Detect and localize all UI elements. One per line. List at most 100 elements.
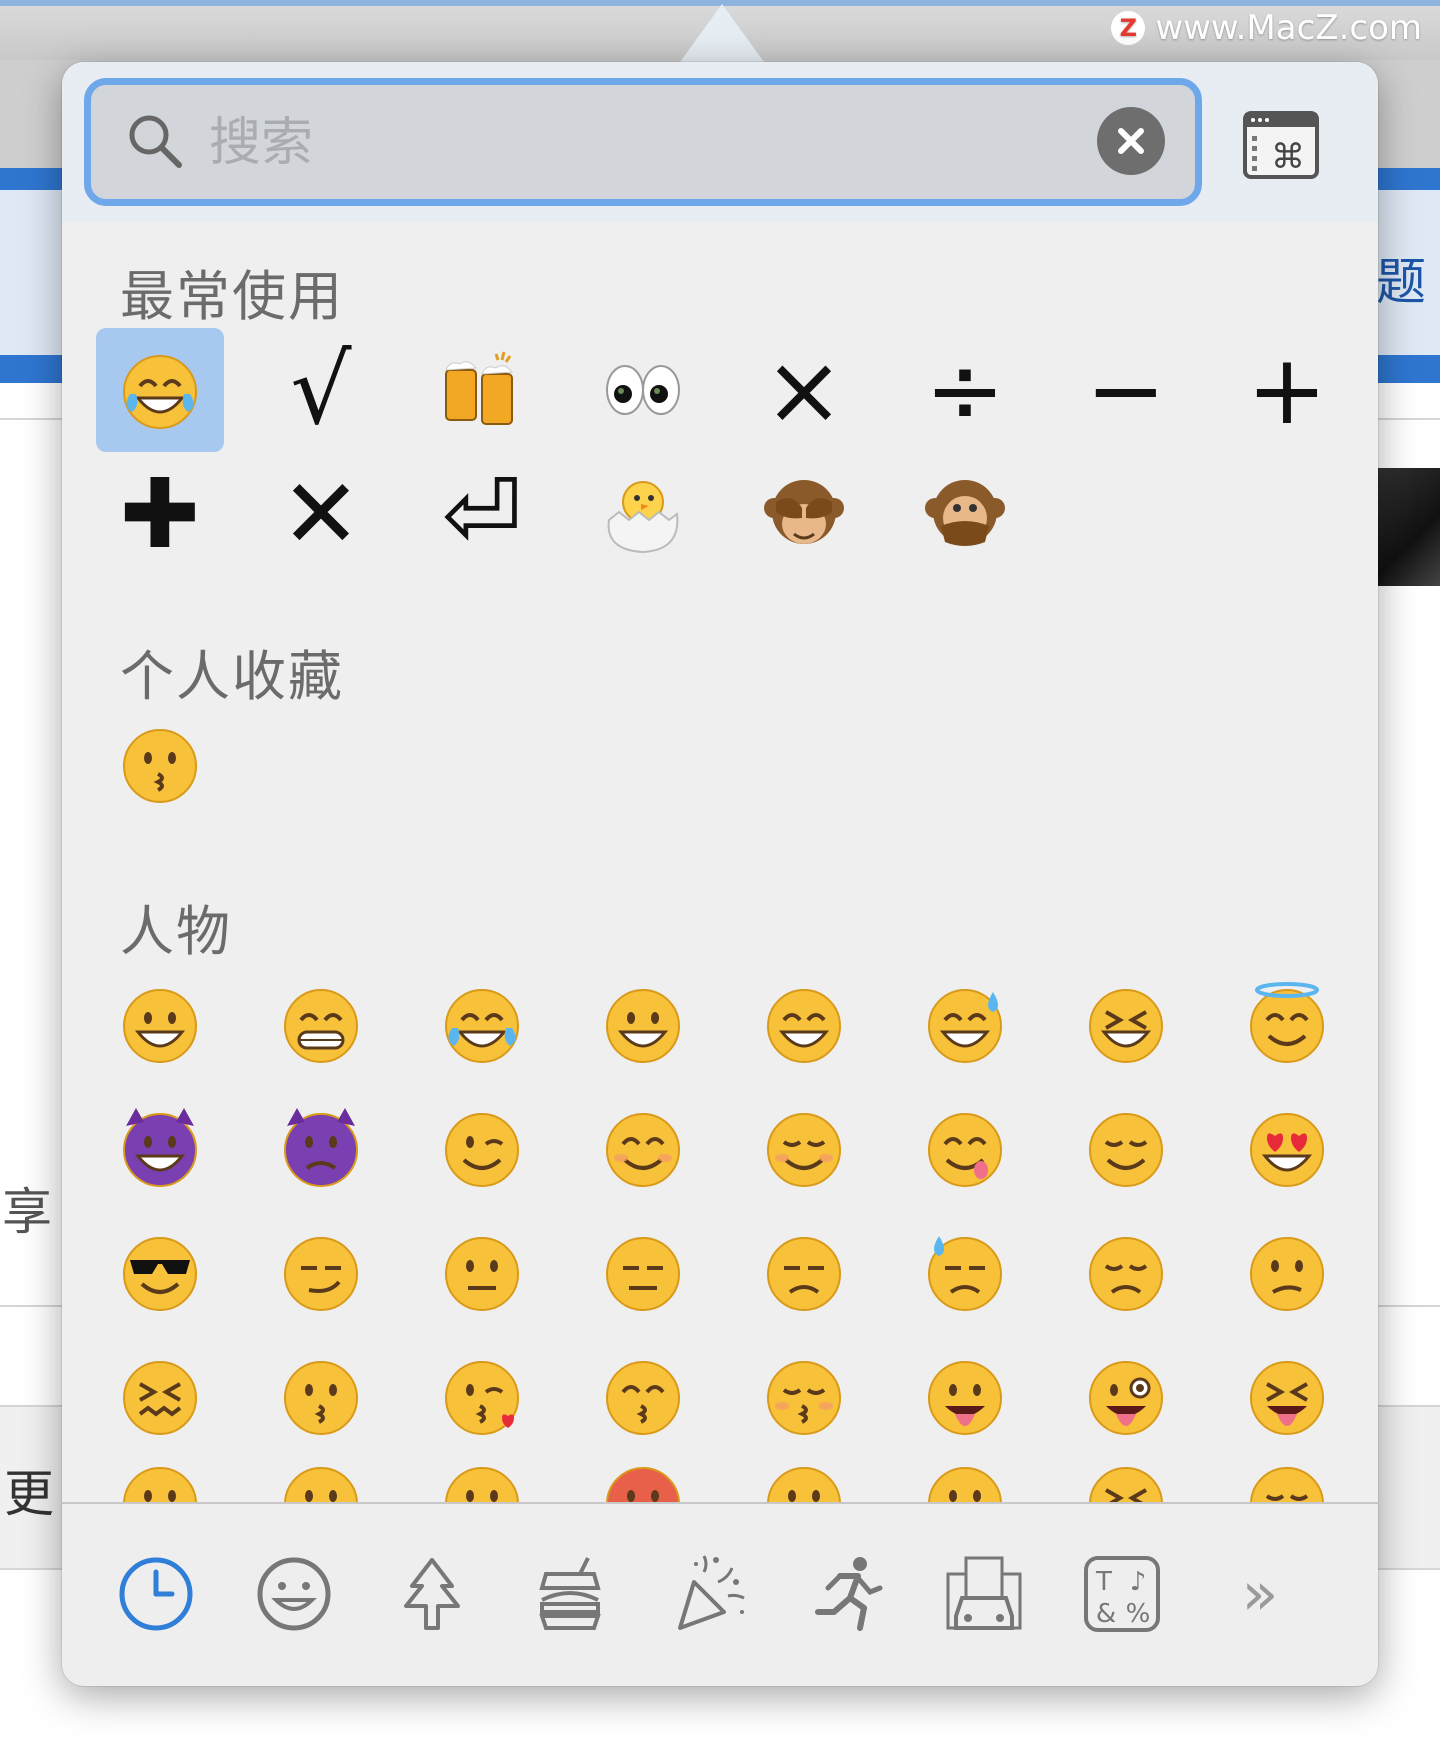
emoji-anguished[interactable]: [257, 1440, 385, 1502]
symbol-division-sign[interactable]: ÷: [901, 328, 1029, 452]
tab-nature-tree-icon[interactable]: [390, 1552, 474, 1636]
smiling-face-open-mouth-icon: [606, 989, 680, 1063]
emoji-smiling-imp[interactable]: [96, 1086, 224, 1210]
emoji-smiling-face-halo[interactable]: [1223, 962, 1351, 1086]
emoji-relaxed-face[interactable]: [740, 1086, 868, 1210]
emoji-persevering[interactable]: [1062, 1440, 1190, 1502]
emoji-grimacing-face[interactable]: [257, 962, 385, 1086]
downcast-sweat-face-icon: [928, 1236, 1002, 1311]
emoji-speak-no-evil-monkey[interactable]: [901, 452, 1029, 576]
emoji-grinning-face[interactable]: [96, 962, 224, 1086]
symbol-square-root[interactable]: √: [257, 328, 385, 452]
symbol-multiplication-sign[interactable]: ×: [740, 328, 868, 452]
emoji-frowning[interactable]: [96, 1440, 224, 1502]
sleepy-icon: [1250, 1467, 1324, 1502]
angry-red-icon: [606, 1467, 680, 1502]
relieved-face-icon: [1089, 1113, 1163, 1187]
emoji-face-savouring-food[interactable]: [901, 1086, 1029, 1210]
kissing-face-icon: [284, 1361, 358, 1435]
face-with-tears-of-joy-icon: [123, 355, 197, 429]
svg-text:&: &: [1096, 1599, 1116, 1629]
confounded-face-icon: [123, 1361, 197, 1435]
background-title-fragment: 题: [1376, 253, 1426, 311]
emoji-face-with-tears-of-joy[interactable]: [418, 962, 546, 1086]
emoji-unamused-face[interactable]: [740, 1210, 868, 1334]
search-field[interactable]: [84, 78, 1202, 206]
emoji-disappointed[interactable]: [901, 1440, 1029, 1502]
emoji-clinking-beer-mugs[interactable]: [418, 328, 546, 452]
category-tab-bar: T ♪ & % »: [62, 1502, 1378, 1686]
face-with-tears-of-joy-icon: [445, 989, 519, 1063]
tab-people-smiley-icon[interactable]: [252, 1552, 336, 1636]
emoji-sleepy[interactable]: [1223, 1440, 1351, 1502]
tab-symbols-icon[interactable]: T ♪ & %: [1080, 1552, 1164, 1636]
tab-food-burger-icon[interactable]: [528, 1552, 612, 1636]
emoji-kissing-face[interactable]: [96, 702, 224, 826]
anguished-icon: [284, 1467, 358, 1502]
winking-tongue-face-icon: [1089, 1361, 1163, 1435]
face-savouring-food-icon: [928, 1113, 1002, 1187]
hatching-chick-icon: [607, 481, 679, 554]
emoji-face-with-tears-of-joy[interactable]: [96, 328, 224, 452]
emoji-eyes[interactable]: [579, 328, 707, 452]
emoji-sunglasses-face[interactable]: [96, 1210, 224, 1334]
watermark: Z www.MacZ.com: [1111, 8, 1422, 48]
emoji-see-no-evil-monkey[interactable]: [740, 452, 868, 576]
emoji-neutral-face[interactable]: [418, 1210, 546, 1334]
tab-travel-car-icon[interactable]: [942, 1552, 1026, 1636]
search-input[interactable]: [207, 97, 1091, 189]
emoji-smiling-face-open-mouth[interactable]: [579, 962, 707, 1086]
people-grid: [96, 962, 1378, 1458]
grinning-face-icon: [123, 989, 197, 1063]
emoji-winking-face[interactable]: [418, 1086, 546, 1210]
clear-search-button[interactable]: [1097, 107, 1165, 175]
emoji-smirking-face[interactable]: [257, 1210, 385, 1334]
angry-imp-icon: [284, 1108, 358, 1187]
emoji-heart-eyes[interactable]: [1223, 1086, 1351, 1210]
see-no-evil-monkey-icon: [764, 480, 844, 544]
section-title-favorites: 个人收藏: [120, 645, 344, 708]
symbol-minus-sign[interactable]: −: [1062, 328, 1190, 452]
kissing-face-icon: [123, 729, 197, 803]
background-thumbnail: [1376, 468, 1440, 586]
emoji-confused-face[interactable]: [1223, 1210, 1351, 1334]
sunglasses-face-icon: [123, 1237, 197, 1311]
smiling-face-halo-icon: [1250, 982, 1324, 1063]
svg-text:%: %: [1126, 1599, 1151, 1629]
emoji-angry-imp[interactable]: [257, 1086, 385, 1210]
emoji-smiling-face-closed-eyes[interactable]: [1062, 962, 1190, 1086]
smiling-face-smiling-eyes-open-mouth-icon: [767, 989, 841, 1063]
background-text-fragment: 更: [4, 1465, 54, 1523]
svg-text:T: T: [1095, 1567, 1112, 1597]
emoji-relieved-face[interactable]: [1062, 1086, 1190, 1210]
speak-no-evil-monkey-icon: [925, 480, 1005, 546]
symbol-heavy-plus-sign[interactable]: ✚: [96, 452, 224, 576]
relaxed-face-icon: [767, 1113, 841, 1187]
background-text-fragment: 享: [2, 1183, 52, 1241]
people-grid-partial-row: [62, 1432, 1378, 1502]
tab-more-button[interactable]: »: [1218, 1552, 1302, 1636]
pouting-icon: [767, 1467, 841, 1502]
emoji-angry-red[interactable]: [579, 1440, 707, 1502]
character-viewer-button[interactable]: ⌘: [1242, 110, 1320, 180]
emoji-smiling-face-smiling-eyes[interactable]: [579, 1086, 707, 1210]
symbol-multiplication-x[interactable]: ✕: [257, 452, 385, 576]
emoji-picker-popover: ⌘ 最常使用 √ × ÷−+ ✚ ✕ ⏎: [62, 62, 1378, 1686]
tab-frequent-clock-icon[interactable]: [114, 1552, 198, 1636]
emoji-pensive-face[interactable]: [1062, 1210, 1190, 1334]
emoji-hatching-chick[interactable]: [579, 452, 707, 576]
emoji-worried[interactable]: [418, 1440, 546, 1502]
emoji-downcast-sweat-face[interactable]: [901, 1210, 1029, 1334]
symbol-plus-sign[interactable]: +: [1223, 328, 1351, 452]
emoji-pouting[interactable]: [740, 1440, 868, 1502]
symbol-return-symbol[interactable]: ⏎: [418, 452, 546, 576]
emoji-expressionless-face[interactable]: [579, 1210, 707, 1334]
kissing-smiling-eyes-icon: [606, 1361, 680, 1435]
emoji-smiling-face-smiling-eyes-open-mouth[interactable]: [740, 962, 868, 1086]
emoji-smiling-face-cold-sweat[interactable]: [901, 962, 1029, 1086]
tab-activity-runner-icon[interactable]: [804, 1552, 888, 1636]
tab-celebration-popper-icon[interactable]: [666, 1552, 750, 1636]
expressionless-face-icon: [606, 1237, 680, 1311]
smiling-imp-icon: [123, 1108, 197, 1187]
close-icon: [1118, 128, 1144, 154]
